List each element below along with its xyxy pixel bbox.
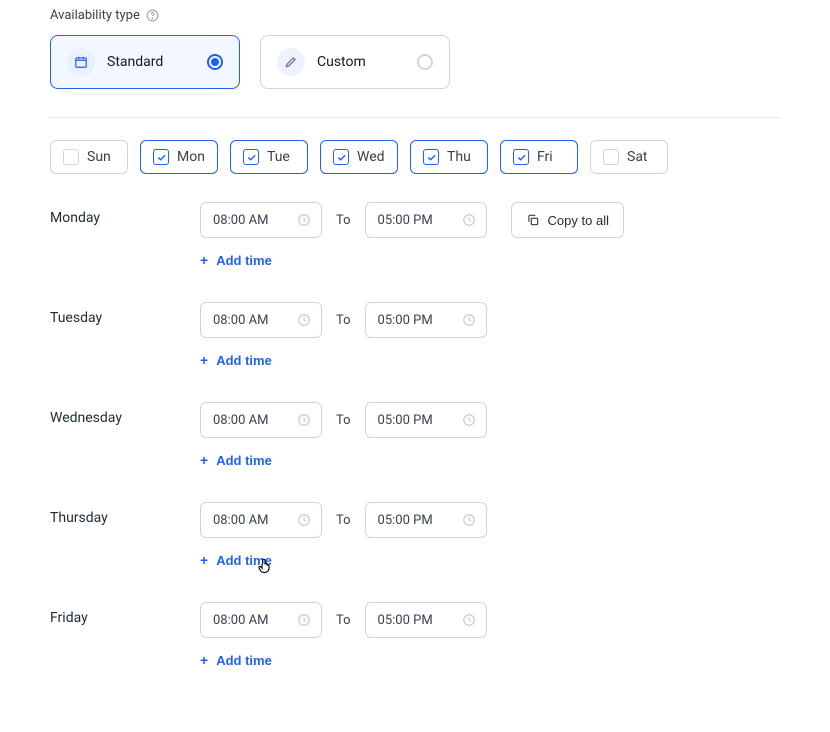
clock-icon	[297, 313, 311, 327]
availability-type-standard-label: Standard	[107, 54, 195, 70]
plus-icon: +	[200, 652, 208, 668]
add-time-button[interactable]: + Add time	[200, 652, 780, 668]
clock-icon	[462, 213, 476, 227]
availability-type-label: Availability type	[50, 8, 140, 23]
plus-icon: +	[200, 452, 208, 468]
pencil-icon	[277, 48, 305, 76]
schedule-row-monday: Monday 08:00 AM To 05:00 PM Copy to all …	[50, 202, 780, 288]
clock-icon	[462, 313, 476, 327]
day-chip-label: Sat	[627, 149, 648, 165]
end-time-value: 05:00 PM	[378, 213, 433, 228]
day-chip-label: Mon	[177, 149, 205, 165]
copy-icon	[526, 213, 540, 227]
schedule-day-label: Friday	[50, 602, 200, 688]
clock-icon	[297, 213, 311, 227]
checkbox-icon	[603, 149, 619, 165]
schedule-row-wednesday: Wednesday 08:00 AM To 05:00 PM + Add tim…	[50, 402, 780, 488]
start-time-value: 08:00 AM	[213, 413, 268, 428]
end-time-input[interactable]: 05:00 PM	[365, 402, 487, 438]
end-time-input[interactable]: 05:00 PM	[365, 202, 487, 238]
divider	[50, 117, 780, 118]
schedule-day-label: Tuesday	[50, 302, 200, 388]
day-chip-label: Sun	[87, 149, 111, 165]
clock-icon	[462, 613, 476, 627]
schedule-row-thursday: Thursday 08:00 AM To 05:00 PM + Add time	[50, 502, 780, 588]
to-label: To	[336, 413, 351, 428]
calendar-icon	[67, 48, 95, 76]
checkbox-icon	[513, 149, 529, 165]
plus-icon: +	[200, 352, 208, 368]
schedule-day-label: Monday	[50, 202, 200, 288]
day-chip-tue[interactable]: Tue	[230, 140, 308, 174]
day-chip-label: Fri	[537, 149, 553, 165]
add-time-label: Add time	[216, 553, 272, 568]
clock-icon	[297, 613, 311, 627]
day-chip-wed[interactable]: Wed	[320, 140, 398, 174]
start-time-value: 08:00 AM	[213, 513, 268, 528]
end-time-value: 05:00 PM	[378, 513, 433, 528]
schedule-row-friday: Friday 08:00 AM To 05:00 PM + Add time	[50, 602, 780, 688]
checkbox-icon	[153, 149, 169, 165]
copy-to-all-button[interactable]: Copy to all	[511, 202, 624, 238]
clock-icon	[462, 513, 476, 527]
clock-icon	[297, 513, 311, 527]
day-chip-mon[interactable]: Mon	[140, 140, 218, 174]
schedule-row-tuesday: Tuesday 08:00 AM To 05:00 PM + Add time	[50, 302, 780, 388]
day-chip-label: Tue	[267, 149, 290, 165]
end-time-value: 05:00 PM	[378, 413, 433, 428]
end-time-value: 05:00 PM	[378, 613, 433, 628]
add-time-label: Add time	[216, 453, 272, 468]
add-time-label: Add time	[216, 253, 272, 268]
add-time-label: Add time	[216, 653, 272, 668]
to-label: To	[336, 513, 351, 528]
start-time-input[interactable]: 08:00 AM	[200, 302, 322, 338]
clock-icon	[462, 413, 476, 427]
start-time-input[interactable]: 08:00 AM	[200, 402, 322, 438]
start-time-input[interactable]: 08:00 AM	[200, 502, 322, 538]
start-time-input[interactable]: 08:00 AM	[200, 202, 322, 238]
availability-type-custom[interactable]: Custom	[260, 35, 450, 89]
add-time-label: Add time	[216, 353, 272, 368]
end-time-input[interactable]: 05:00 PM	[365, 602, 487, 638]
checkbox-icon	[423, 149, 439, 165]
plus-icon: +	[200, 552, 208, 568]
clock-icon	[297, 413, 311, 427]
to-label: To	[336, 313, 351, 328]
to-label: To	[336, 613, 351, 628]
end-time-value: 05:00 PM	[378, 313, 433, 328]
end-time-input[interactable]: 05:00 PM	[365, 302, 487, 338]
schedule-day-label: Wednesday	[50, 402, 200, 488]
start-time-value: 08:00 AM	[213, 213, 268, 228]
start-time-value: 08:00 AM	[213, 613, 268, 628]
copy-to-all-label: Copy to all	[548, 213, 609, 228]
add-time-button[interactable]: + Add time	[200, 352, 780, 368]
add-time-button[interactable]: + Add time	[200, 552, 780, 568]
day-chip-label: Wed	[357, 149, 385, 165]
availability-type-standard[interactable]: Standard	[50, 35, 240, 89]
start-time-value: 08:00 AM	[213, 313, 268, 328]
checkbox-icon	[63, 149, 79, 165]
radio-icon	[417, 54, 433, 70]
radio-icon	[207, 54, 223, 70]
checkbox-icon	[333, 149, 349, 165]
add-time-button[interactable]: + Add time	[200, 252, 780, 268]
help-icon[interactable]	[146, 9, 160, 23]
to-label: To	[336, 213, 351, 228]
add-time-button[interactable]: + Add time	[200, 452, 780, 468]
checkbox-icon	[243, 149, 259, 165]
day-chip-label: Thu	[447, 149, 471, 165]
day-chip-thu[interactable]: Thu	[410, 140, 488, 174]
plus-icon: +	[200, 252, 208, 268]
day-chip-sat[interactable]: Sat	[590, 140, 668, 174]
availability-type-custom-label: Custom	[317, 54, 405, 70]
schedule-day-label: Thursday	[50, 502, 200, 588]
start-time-input[interactable]: 08:00 AM	[200, 602, 322, 638]
day-chip-fri[interactable]: Fri	[500, 140, 578, 174]
day-chip-sun[interactable]: Sun	[50, 140, 128, 174]
end-time-input[interactable]: 05:00 PM	[365, 502, 487, 538]
